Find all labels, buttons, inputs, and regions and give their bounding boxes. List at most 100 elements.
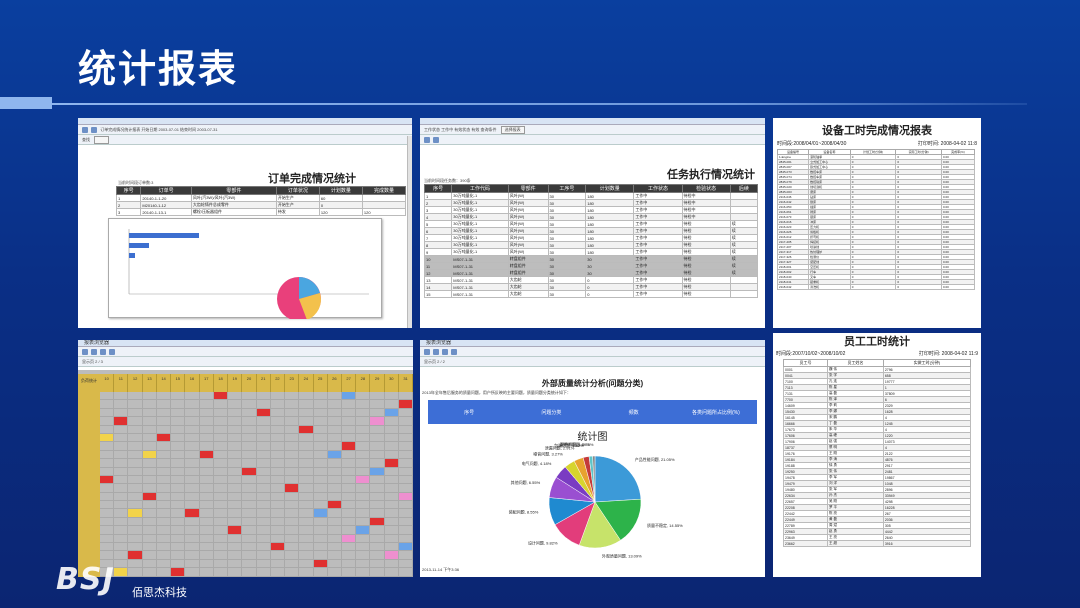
grid-cell [356, 459, 371, 467]
grid-cell [143, 467, 157, 475]
grid-row [100, 475, 413, 485]
table-cell: 30 [547, 283, 587, 291]
table-row[interactable]: 9 30万吨量化-1 风叶(W) 30 180 工作中 待检续 [423, 248, 759, 256]
grid-cell [399, 475, 413, 484]
table-cell: 大齿轮铸件总成零件 [190, 201, 277, 209]
export-icon[interactable] [433, 136, 440, 143]
grid-cell [143, 568, 157, 576]
grid-row [100, 543, 413, 552]
grid-row [100, 526, 413, 535]
table-cell: 工作中 [633, 192, 683, 200]
prev-page-icon[interactable] [433, 348, 440, 355]
print-icon[interactable] [82, 126, 88, 133]
table-cell: 30万吨量化-1 [451, 248, 509, 256]
grid-cell [228, 543, 243, 551]
table-cell: 风叶(W) [507, 227, 549, 235]
grid-row [100, 467, 413, 476]
grid-cell [328, 492, 342, 501]
grid-cell [214, 526, 229, 534]
grid-cell [356, 433, 371, 442]
print-icon[interactable] [424, 136, 430, 143]
select-report-button[interactable]: 选择报表 [500, 126, 525, 134]
order-report-title: 订单完成情况统计 [268, 172, 356, 185]
grid-cell [384, 551, 399, 559]
grid-cell [228, 492, 243, 501]
grid-cell [257, 568, 271, 576]
table-cell: 30万吨量化-1 [451, 227, 509, 235]
grid-cell [314, 568, 328, 576]
grid-cell [299, 408, 314, 417]
table-row[interactable]: 5 30万吨量化-1 风叶(W) 30 180 工作中 待检续 [423, 220, 759, 228]
table-row[interactable]: 7 30万吨量化-1 风叶(W) 30 180 工作中 待检续 [423, 234, 759, 242]
order-toolbar-text: 订单完成情况统计报表 开始日期 2003-07-01 结束时间 2003-07-… [100, 127, 218, 132]
table-cell: 续 [729, 255, 759, 263]
grid-cell [242, 467, 257, 475]
grid-cell [114, 509, 129, 517]
prev-page-icon[interactable] [91, 348, 98, 355]
table-row[interactable]: 13 MS07-1-31 大齿轮 30 0 工作中 待检 [423, 276, 759, 284]
grid-cell [128, 400, 143, 408]
table-cell: 30 [547, 213, 587, 221]
grid-cell [128, 392, 143, 400]
next-page-icon[interactable] [442, 348, 449, 355]
table-row[interactable]: 11 MS07-1-31 转盘组件 30 30 工作中 待检续 [423, 262, 759, 270]
export-icon[interactable] [91, 126, 98, 133]
grid-cell [385, 475, 399, 484]
search-input[interactable] [94, 136, 109, 144]
grid-cell [370, 501, 385, 509]
first-page-icon[interactable] [424, 348, 430, 355]
grid-row [100, 551, 413, 560]
print-icon[interactable] [451, 348, 458, 355]
grid-cell [242, 417, 257, 425]
equipment-report-title: 设备工时完成情况报表 [822, 124, 932, 137]
table-row[interactable]: 8 30万吨量化-1 风叶(W) 30 180 工作中 待检续 [423, 241, 759, 249]
table-row[interactable]: 4 30万吨量化-1 风叶(W) 30 180 工作中 待检中 [423, 213, 759, 221]
table-row[interactable]: 3 20140-1-13-1 螺栓/压板器组件 待发 120 120 [115, 208, 407, 216]
table-row[interactable]: 3 30万吨量化-1 风叶(W) 30 180 工作中 待检中 [423, 206, 759, 214]
grid-cell [342, 517, 357, 526]
grid-cell [128, 568, 143, 576]
table-row[interactable]: 15 MS07-1-31 大齿轮 30 0 工作中 待检 [423, 290, 759, 298]
grid-cell [100, 475, 115, 484]
grid-cell [299, 501, 314, 509]
grid-cell [128, 433, 143, 442]
grid-cell [342, 433, 357, 442]
grid-cell [214, 534, 229, 543]
first-page-icon[interactable] [82, 348, 88, 355]
table-row[interactable]: 1 20140-1-1-20 风叶(汽3W)/风叶(汽3W) 开始生产 60 [115, 194, 407, 202]
table-row[interactable]: 2 30万吨量化-1 风叶(W) 30 180 工作中 待检中 [423, 199, 759, 207]
table-cell: 待检 [681, 227, 731, 235]
table-row[interactable]: 14 MS07-1-31 大齿轮 30 0 工作中 待检 [423, 283, 759, 291]
table-cell [729, 283, 759, 291]
grid-row [100, 392, 413, 401]
table-cell: 工作中 [633, 255, 683, 263]
table-row[interactable]: 23662 王 超 3916 [782, 540, 972, 547]
grid-cell [370, 551, 385, 559]
day-column-header: 14 [157, 374, 172, 392]
table-row[interactable]: 1 30万吨量化-1 风叶(W) 30 180 工作中 待检中 [423, 192, 759, 200]
grid-cell [384, 408, 399, 417]
grid-cell [342, 484, 357, 492]
table-row[interactable]: 2 M20140-1-12 大齿轮铸件总成零件 开始生产 0 [115, 201, 407, 209]
grid-cell [143, 517, 157, 526]
table-row[interactable]: 10 MS07-1-31 转盘组件 30 30 工作中 待检续 [423, 255, 759, 263]
table-cell: 清洗机 [808, 284, 851, 290]
grid-cell [100, 467, 115, 475]
vertical-scrollbar[interactable] [407, 136, 412, 328]
grid-cell [314, 551, 328, 559]
grid-cell [171, 408, 186, 417]
report-timestamp: 2013-11-14 下午3:36 [422, 567, 460, 572]
next-page-icon[interactable] [100, 348, 107, 355]
grid-cell [171, 433, 186, 442]
grid-cell [399, 417, 413, 425]
grid-cell [299, 559, 314, 568]
grid-cell [285, 534, 300, 543]
grid-cell [171, 568, 186, 576]
table-row[interactable]: 12 MS07-1-31 转盘组件 30 30 工作中 待检续 [423, 269, 759, 277]
print-icon[interactable] [109, 348, 116, 355]
grid-cell [342, 543, 357, 551]
grid-cell [399, 551, 413, 559]
grid-cell [171, 459, 186, 467]
table-row[interactable]: 6 30万吨量化-1 风叶(W) 30 180 工作中 待检续 [423, 227, 759, 235]
table-row[interactable]: 2118-042 清洗机 0 0 0.00 [776, 284, 976, 290]
